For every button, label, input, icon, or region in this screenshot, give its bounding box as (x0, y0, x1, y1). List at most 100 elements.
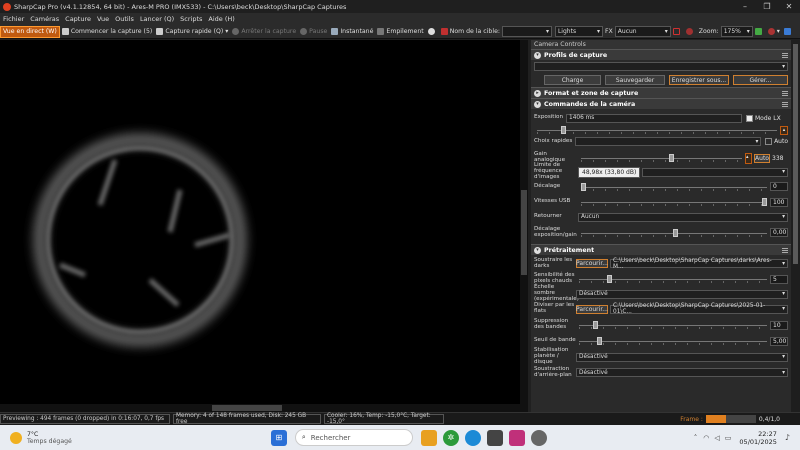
preview-horizontal-scrollbar[interactable] (0, 404, 528, 412)
offset-slider[interactable] (581, 182, 767, 191)
gain-slider[interactable] (581, 154, 742, 162)
browse-flats-button[interactable]: Parcourir... (576, 304, 608, 314)
gain-spin-icon[interactable]: ▴ (745, 152, 752, 164)
frame-type-select[interactable]: Lights ▾ (554, 26, 603, 37)
battery-icon[interactable]: ▭ (725, 434, 732, 442)
framerate-select[interactable]: ▾ (642, 167, 788, 177)
tray-chevron-up-icon[interactable]: ˄ (694, 434, 698, 442)
snapshot-button[interactable]: Instantané (329, 26, 375, 38)
exposure-input[interactable]: 1406 ms (566, 113, 742, 123)
app-green-icon[interactable]: ✲ (442, 429, 459, 446)
preview-vertical-scrollbar[interactable] (520, 40, 528, 404)
exposure-slider[interactable] (537, 126, 777, 134)
camera-preview[interactable] (0, 40, 528, 404)
minimize-button[interactable]: – (734, 0, 756, 13)
hamburger-icon[interactable] (782, 248, 788, 253)
manage-profiles-button[interactable]: Gérer... (733, 75, 788, 85)
mail-icon[interactable] (486, 429, 503, 446)
save-as-profile-button[interactable]: Enregistrer sous... (669, 75, 729, 85)
profile-select[interactable]: ▾ (534, 62, 788, 71)
live-view-button[interactable]: Vue en direct (W) (0, 25, 60, 38)
preview-horizontal-thumb[interactable] (212, 405, 282, 411)
menu-file[interactable]: Fichier (0, 15, 27, 23)
weather-moon-icon[interactable] (10, 431, 22, 444)
usb-speed-slider-knob[interactable] (762, 198, 767, 206)
volume-icon[interactable]: ◁ (714, 434, 719, 442)
flip-select[interactable]: Aucun ▾ (578, 212, 788, 222)
menu-capture[interactable]: Capture (62, 15, 94, 23)
hot-pixel-value[interactable]: 5 (770, 274, 788, 284)
clock[interactable]: 22:27 05/01/2025 (739, 430, 776, 446)
crosshair-button[interactable] (684, 26, 697, 38)
banding-slider[interactable] (579, 321, 767, 329)
stabilization-select[interactable]: Désactivé ▾ (576, 352, 788, 362)
usb-speed-value[interactable]: 100 (770, 197, 788, 207)
panel-scrollbar[interactable] (791, 40, 800, 412)
edge-icon[interactable] (464, 429, 481, 446)
band-threshold-slider[interactable] (579, 337, 767, 345)
windows-start-icon[interactable]: ⊞ (270, 429, 287, 446)
focus-button[interactable]: ▾ (766, 26, 782, 38)
hamburger-icon[interactable] (782, 91, 788, 96)
band-threshold-value[interactable]: 5,00 (770, 336, 788, 346)
menu-tools[interactable]: Outils (112, 15, 137, 23)
exposure-gain-offset-value[interactable]: 0,00 (770, 228, 788, 237)
flats-path-select[interactable]: C:\Users\beck\Desktop\SharpCap Captures\… (610, 303, 788, 315)
hamburger-icon[interactable] (782, 102, 788, 107)
menu-cameras[interactable]: Caméras (27, 15, 62, 23)
red-box-icon[interactable] (671, 26, 684, 38)
offset-slider-knob[interactable] (581, 182, 586, 191)
banding-value[interactable]: 10 (770, 320, 788, 330)
file-explorer-icon[interactable] (420, 429, 437, 446)
stack-button[interactable]: Empilement (375, 26, 425, 38)
browse-darks-button[interactable]: Parcourir... (576, 259, 608, 268)
section-format-header[interactable]: ▸ Format et zone de capture (531, 87, 791, 98)
usb-speed-slider[interactable] (581, 198, 767, 206)
background-subtraction-select[interactable]: Désactivé ▾ (576, 368, 788, 377)
save-profile-button[interactable]: Sauvegarder (605, 75, 665, 85)
exposure-gain-offset-knob[interactable] (673, 228, 678, 237)
section-preprocessing-header[interactable]: ▾ Prétraitement (531, 244, 791, 255)
pin-button[interactable] (782, 26, 795, 38)
darks-path-select[interactable]: C:\Users\beck\Desktop\SharpCap Captures\… (610, 258, 788, 270)
section-profiles-header[interactable]: ▾ Profils de capture (531, 49, 791, 60)
preview-vertical-thumb[interactable] (521, 190, 527, 275)
menu-help[interactable]: Aide (H) (205, 15, 237, 23)
notification-bell-icon[interactable]: ♪ (785, 433, 790, 442)
hot-pixel-slider[interactable] (579, 275, 767, 283)
hamburger-icon[interactable] (782, 53, 788, 58)
close-button[interactable]: ✕ (778, 0, 800, 13)
taskbar-search[interactable]: ⌕ Rechercher (294, 429, 413, 446)
menu-run[interactable]: Lancer (Q) (137, 15, 177, 23)
zoom-select[interactable]: 175% ▾ (720, 26, 753, 37)
exposure-gain-offset-slider[interactable] (581, 228, 767, 237)
section-camera-header[interactable]: ▾ Commandes de la caméra (531, 98, 791, 109)
lx-mode-checkbox[interactable] (746, 114, 753, 122)
pause-button[interactable]: Pause (298, 26, 329, 38)
fx-select[interactable]: Aucun ▾ (614, 26, 671, 37)
app-pink-icon[interactable] (508, 429, 525, 446)
exposure-slider-knob[interactable] (561, 126, 566, 134)
exposure-up-icon[interactable]: ▴ (780, 125, 788, 135)
target-name-input[interactable]: ▾ (501, 26, 552, 37)
panel-scrollbar-thumb[interactable] (793, 44, 798, 264)
menu-scripts[interactable]: Scripts (177, 15, 205, 23)
stop-capture-button[interactable]: Arrêter la capture (230, 26, 298, 38)
sharpcap-taskbar-icon[interactable] (530, 429, 547, 446)
load-profile-button[interactable]: Charge (544, 75, 601, 85)
gain-slider-knob[interactable] (669, 154, 674, 162)
wifi-icon[interactable]: ◠ (703, 434, 709, 442)
quick-capture-button[interactable]: Capture rapide (Q) ▾ (154, 26, 230, 38)
offset-value[interactable]: 0 (770, 182, 788, 191)
menu-view[interactable]: Vue (94, 15, 112, 23)
banding-knob[interactable] (593, 321, 598, 329)
histogram-button[interactable] (753, 26, 766, 38)
band-threshold-knob[interactable] (597, 337, 602, 345)
record-indicator[interactable] (426, 26, 439, 38)
maximize-button[interactable]: ❐ (756, 0, 778, 13)
auto-exposure-checkbox[interactable] (765, 138, 773, 145)
gain-auto-button[interactable]: Auto (754, 153, 770, 163)
quick-choices-select[interactable]: ▾ (575, 137, 762, 146)
dark-scale-select[interactable]: Désactivé ▾ (576, 289, 788, 299)
start-capture-button[interactable]: Commencer la capture (5) (60, 26, 155, 38)
